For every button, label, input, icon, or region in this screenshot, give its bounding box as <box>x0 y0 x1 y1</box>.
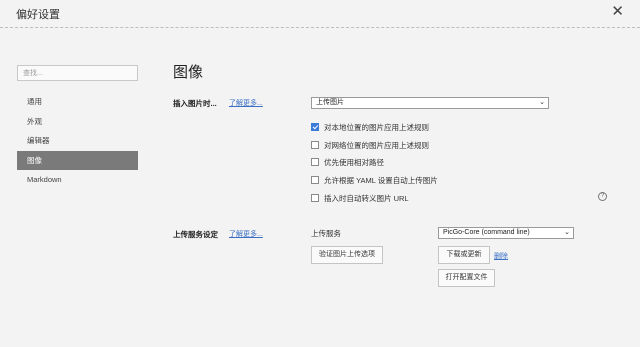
title-bar: 偏好设置 ✕ <box>0 0 640 28</box>
sidebar-nav: 通用 外观 编辑器 图像 Markdown <box>17 92 138 190</box>
open-config-button[interactable]: 打开配置文件 <box>438 269 495 287</box>
option-apply-local[interactable]: 对本地位置的图片应用上述规则 <box>311 122 429 132</box>
delete-link[interactable]: 删除 <box>494 251 508 261</box>
insert-image-action-value: 上传图片 <box>316 99 344 106</box>
insert-image-action-select[interactable]: 上传图片 ⌄ <box>311 97 549 109</box>
sidebar-item-image[interactable]: 图像 <box>17 150 138 170</box>
option-relative-path[interactable]: 优先使用相对路径 <box>311 157 384 167</box>
checkbox-relative-path[interactable] <box>311 158 319 166</box>
option-apply-network[interactable]: 对网络位置的图片应用上述规则 <box>311 140 429 150</box>
option-yaml-upload-label: 允许根据 YAML 设置自动上传图片 <box>324 175 438 185</box>
checkbox-apply-local[interactable] <box>311 123 319 131</box>
upload-service-value: PicGo-Core (command line) <box>443 229 530 236</box>
sidebar-item-appearance[interactable]: 外观 <box>17 112 138 132</box>
sidebar-item-markdown[interactable]: Markdown <box>17 170 138 190</box>
window-title: 偏好设置 <box>16 9 60 21</box>
page-title: 图像 <box>173 64 204 81</box>
insert-image-label: 插入图片时... <box>173 99 217 108</box>
upload-service-label: 上传服务设定 <box>173 230 218 239</box>
upload-service-field-label: 上传服务 <box>311 229 341 238</box>
sidebar-item-general[interactable]: 通用 <box>17 92 138 112</box>
download-update-button[interactable]: 下载或更新 <box>438 246 490 264</box>
option-escape-url[interactable]: 插入时自动转义图片 URL <box>311 193 409 203</box>
option-escape-url-label: 插入时自动转义图片 URL <box>324 193 409 203</box>
checkbox-escape-url[interactable] <box>311 194 319 202</box>
insert-image-learn-more-link[interactable]: 了解更多... <box>229 98 263 108</box>
upload-service-learn-more-link[interactable]: 了解更多... <box>229 229 263 239</box>
chevron-down-icon: ⌄ <box>564 229 570 236</box>
help-icon[interactable]: ? <box>598 192 607 201</box>
option-apply-network-label: 对网络位置的图片应用上述规则 <box>324 140 429 150</box>
verify-upload-button[interactable]: 验证图片上传选项 <box>311 246 383 264</box>
chevron-down-icon: ⌄ <box>539 99 545 106</box>
checkbox-yaml-upload[interactable] <box>311 176 319 184</box>
search-input[interactable] <box>17 65 138 81</box>
option-apply-local-label: 对本地位置的图片应用上述规则 <box>324 122 429 132</box>
option-relative-path-label: 优先使用相对路径 <box>324 157 384 167</box>
sidebar-item-editor[interactable]: 编辑器 <box>17 131 138 151</box>
upload-service-select[interactable]: PicGo-Core (command line) ⌄ <box>438 227 574 239</box>
close-icon[interactable]: ✕ <box>611 2 624 20</box>
option-yaml-upload[interactable]: 允许根据 YAML 设置自动上传图片 <box>311 175 438 185</box>
checkbox-apply-network[interactable] <box>311 141 319 149</box>
